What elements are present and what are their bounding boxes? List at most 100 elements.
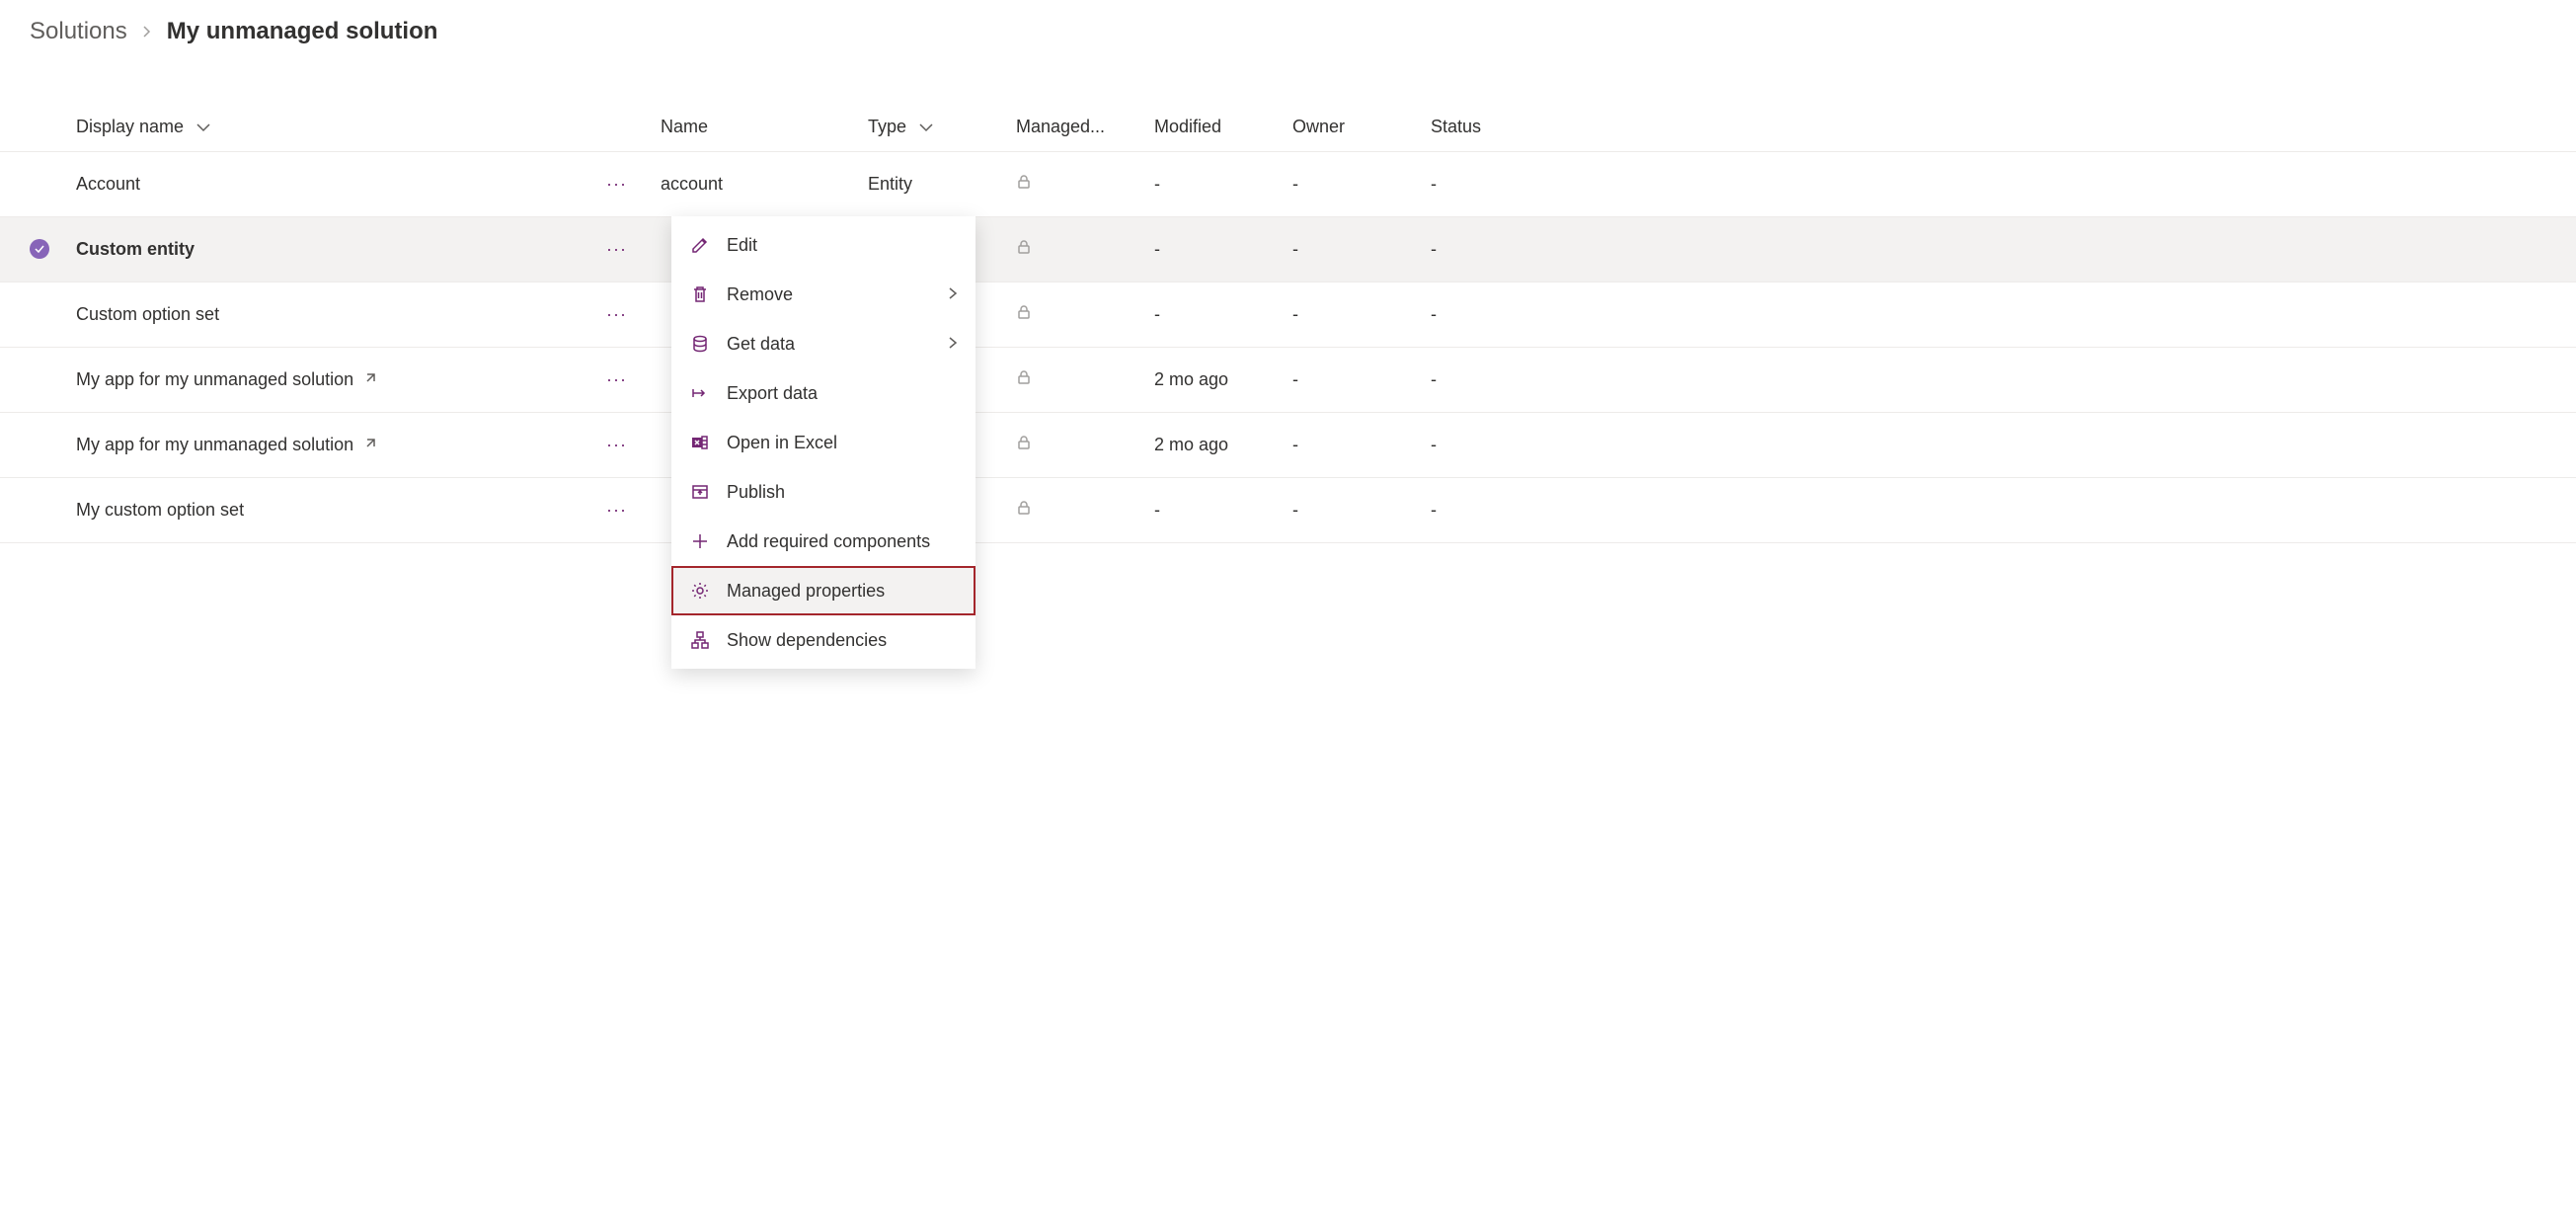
menu-item-label: Publish bbox=[727, 482, 785, 503]
menu-item-export-data[interactable]: Export data bbox=[671, 368, 976, 418]
row-check-cell[interactable] bbox=[0, 217, 61, 282]
table-row[interactable]: Account···accountEntity--- bbox=[0, 152, 2576, 217]
column-header-name[interactable]: Name bbox=[649, 103, 856, 152]
menu-item-show-dependencies[interactable]: Show dependencies bbox=[671, 615, 976, 665]
lock-icon bbox=[1016, 500, 1032, 521]
row-check-cell[interactable] bbox=[0, 413, 61, 478]
modified-cell: 2 mo ago bbox=[1142, 348, 1281, 413]
owner-cell: - bbox=[1281, 282, 1419, 348]
lock-icon bbox=[1016, 174, 1032, 195]
display-name-text: Account bbox=[76, 174, 140, 194]
publish-icon bbox=[689, 481, 711, 503]
row-actions-cell: ··· bbox=[594, 413, 649, 478]
chevron-right-icon bbox=[948, 286, 958, 302]
table-row[interactable]: My app for my unmanaged solution···ensio… bbox=[0, 413, 2576, 478]
lock-icon bbox=[1016, 304, 1032, 325]
row-check-cell[interactable] bbox=[0, 282, 61, 348]
row-actions-cell: ··· bbox=[594, 348, 649, 413]
status-cell: - bbox=[1419, 478, 2576, 543]
chevron-right-icon bbox=[948, 336, 958, 352]
check-icon bbox=[30, 239, 49, 259]
display-name-cell[interactable]: My app for my unmanaged solution bbox=[61, 348, 594, 413]
lock-icon bbox=[1016, 369, 1032, 390]
display-name-text: My app for my unmanaged solution bbox=[76, 369, 353, 389]
row-check-cell[interactable] bbox=[0, 152, 61, 217]
plus-icon bbox=[689, 530, 711, 552]
trash-icon bbox=[689, 283, 711, 305]
more-actions-button[interactable]: ··· bbox=[606, 239, 627, 259]
menu-item-label: Remove bbox=[727, 284, 793, 305]
column-header-check[interactable] bbox=[0, 103, 61, 152]
table-row[interactable]: Custom option set···et--- bbox=[0, 282, 2576, 348]
excel-icon bbox=[689, 432, 711, 453]
managed-cell bbox=[1004, 478, 1142, 543]
menu-item-edit[interactable]: Edit bbox=[671, 220, 976, 270]
owner-cell: - bbox=[1281, 217, 1419, 282]
name-cell: account bbox=[649, 152, 856, 217]
export-icon bbox=[689, 382, 711, 404]
chevron-right-icon bbox=[141, 22, 153, 42]
breadcrumb-current: My unmanaged solution bbox=[167, 18, 438, 45]
menu-item-managed-properties[interactable]: Managed properties bbox=[671, 566, 976, 615]
display-name-cell[interactable]: My custom option set bbox=[61, 478, 594, 543]
row-actions-cell: ··· bbox=[594, 478, 649, 543]
more-actions-button[interactable]: ··· bbox=[606, 369, 627, 389]
menu-item-label: Export data bbox=[727, 383, 818, 404]
menu-item-get-data[interactable]: Get data bbox=[671, 319, 976, 368]
managed-cell bbox=[1004, 217, 1142, 282]
more-actions-button[interactable]: ··· bbox=[606, 500, 627, 520]
row-context-menu: Edit Remove Get data Export data Open in Exc… bbox=[671, 216, 976, 669]
column-header-modified[interactable]: Modified bbox=[1142, 103, 1281, 152]
row-check-cell[interactable] bbox=[0, 348, 61, 413]
row-check-cell[interactable] bbox=[0, 478, 61, 543]
menu-item-label: Edit bbox=[727, 235, 757, 256]
breadcrumb-parent[interactable]: Solutions bbox=[30, 18, 127, 45]
row-actions-cell: ··· bbox=[594, 152, 649, 217]
more-actions-button[interactable]: ··· bbox=[606, 174, 627, 194]
external-link-icon bbox=[363, 369, 377, 390]
breadcrumb: Solutions My unmanaged solution bbox=[0, 0, 2576, 63]
lock-icon bbox=[1016, 435, 1032, 455]
menu-item-label: Add required components bbox=[727, 531, 930, 552]
column-header-display-name[interactable]: Display name bbox=[61, 103, 594, 152]
modified-cell: - bbox=[1142, 478, 1281, 543]
managed-cell bbox=[1004, 282, 1142, 348]
column-header-type[interactable]: Type bbox=[856, 103, 1004, 152]
display-name-text: My app for my unmanaged solution bbox=[76, 435, 353, 454]
pencil-icon bbox=[689, 234, 711, 256]
owner-cell: - bbox=[1281, 152, 1419, 217]
display-name-cell[interactable]: Custom entity bbox=[61, 217, 594, 282]
solution-table-container: Display name Name Type Managed... Modifi… bbox=[0, 103, 2576, 543]
database-icon bbox=[689, 333, 711, 355]
more-actions-button[interactable]: ··· bbox=[606, 435, 627, 454]
owner-cell: - bbox=[1281, 413, 1419, 478]
menu-item-label: Get data bbox=[727, 334, 795, 355]
chevron-down-icon bbox=[196, 120, 210, 135]
menu-item-label: Managed properties bbox=[727, 581, 885, 602]
column-header-status[interactable]: Status bbox=[1419, 103, 2576, 152]
table-row[interactable]: My app for my unmanaged solution···iven … bbox=[0, 348, 2576, 413]
more-actions-button[interactable]: ··· bbox=[606, 304, 627, 324]
display-name-cell[interactable]: Account bbox=[61, 152, 594, 217]
column-header-owner[interactable]: Owner bbox=[1281, 103, 1419, 152]
display-name-cell[interactable]: Custom option set bbox=[61, 282, 594, 348]
menu-item-remove[interactable]: Remove bbox=[671, 270, 976, 319]
owner-cell: - bbox=[1281, 478, 1419, 543]
type-cell: Entity bbox=[856, 152, 1004, 217]
modified-cell: - bbox=[1142, 282, 1281, 348]
status-cell: - bbox=[1419, 348, 2576, 413]
status-cell: - bbox=[1419, 217, 2576, 282]
table-row[interactable]: My custom option set···et--- bbox=[0, 478, 2576, 543]
menu-item-open-in-excel[interactable]: Open in Excel bbox=[671, 418, 976, 467]
solution-components-table: Display name Name Type Managed... Modifi… bbox=[0, 103, 2576, 543]
chevron-down-icon bbox=[919, 120, 933, 135]
menu-item-publish[interactable]: Publish bbox=[671, 467, 976, 517]
managed-cell bbox=[1004, 152, 1142, 217]
table-row[interactable]: Custom entity···--- bbox=[0, 217, 2576, 282]
display-name-cell[interactable]: My app for my unmanaged solution bbox=[61, 413, 594, 478]
menu-item-label: Open in Excel bbox=[727, 433, 837, 453]
menu-item-add-required-components[interactable]: Add required components bbox=[671, 517, 976, 566]
modified-cell: - bbox=[1142, 217, 1281, 282]
menu-item-label: Show dependencies bbox=[727, 630, 887, 651]
column-header-managed[interactable]: Managed... bbox=[1004, 103, 1142, 152]
